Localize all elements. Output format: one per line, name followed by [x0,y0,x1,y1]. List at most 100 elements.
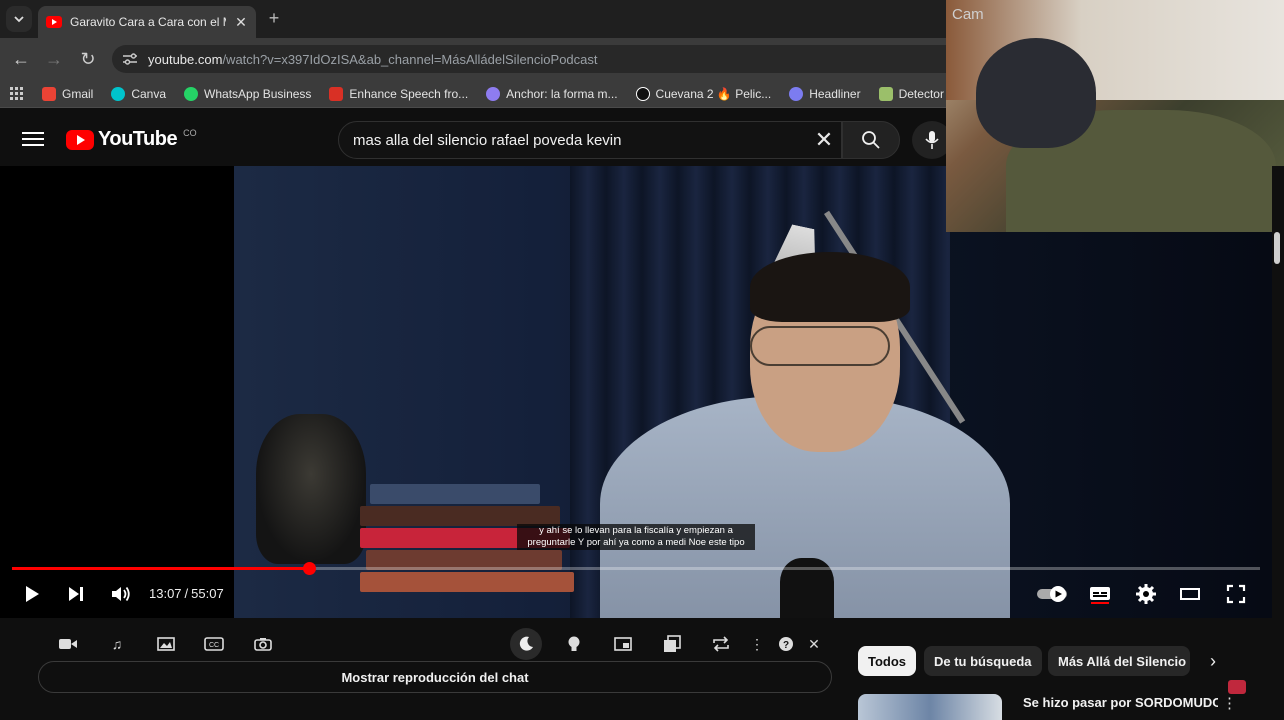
headliner-icon [789,86,804,101]
bookmark-canva[interactable]: Canva [111,86,167,101]
settings-button[interactable] [1134,582,1158,606]
address-bar[interactable]: youtube.com/watch?v=x397IdOzISA&ab_chann… [112,45,1012,73]
canva-icon [111,86,126,101]
volume-button[interactable] [109,582,133,606]
theater-icon [1180,588,1200,600]
search-button[interactable] [842,121,900,159]
apps-grid-icon[interactable] [10,86,24,101]
chevron-right-icon[interactable]: › [1202,650,1224,672]
youtube-favicon-icon [46,16,62,28]
gear-icon [1136,584,1156,604]
autoplay-icon [1037,586,1067,602]
copy-icon[interactable] [661,634,683,654]
closed-captions-icon[interactable]: CC [203,634,225,654]
clear-search-icon[interactable]: ✕ [812,128,836,152]
related-video-thumbnail[interactable] [858,694,1002,720]
scrollbar-thumb[interactable] [1274,232,1280,264]
close-icon[interactable]: ✕ [803,634,825,654]
back-arrow-icon[interactable]: ← [10,48,32,70]
moon-icon [515,634,537,654]
more-vertical-icon[interactable]: ⋮ [746,634,768,654]
url-host: youtube.com [148,51,223,67]
bookmark-label: Headliner [809,86,861,101]
reload-icon[interactable]: ↻ [77,48,99,70]
video-subtitle: y ahí se lo llevan para la fiscalía y em… [517,524,755,550]
bookmark-label: Canva [131,86,167,101]
chip-all[interactable]: Todos [858,646,917,676]
tab-title: Garavito Cara a Cara con el Mo [70,15,226,29]
youtube-wordmark: YouTube [98,128,178,150]
search-query: mas alla del silencio rafael poveda kevi… [353,131,622,149]
microphone-icon [925,131,939,149]
loop-icon[interactable] [710,634,732,654]
youtube-play-logo-icon [66,129,94,150]
lightbulb-icon[interactable] [563,634,585,654]
detector-icon [878,86,893,101]
site-settings-icon[interactable] [122,52,138,66]
bookmark-label: Enhance Speech fro... [349,86,469,101]
chip-from-search[interactable]: De tu búsqueda [924,646,1042,676]
chevron-down-icon [14,16,24,23]
camera-icon[interactable] [252,634,274,654]
menu-icon[interactable] [22,128,44,150]
time-display: 13:07/55:07 [149,586,224,601]
browser-tab[interactable]: Garavito Cara a Cara con el Mo ✕ [38,6,256,38]
related-video-title[interactable]: Se hizo pasar por SORDOMUDO [1023,695,1218,710]
skip-next-icon [69,587,83,601]
gmail-icon [42,86,56,101]
bookmark-label: Gmail [62,86,94,101]
duration: 55:07 [191,586,224,601]
progress-scrubber[interactable] [303,562,317,575]
subtitle-line-1: y ahí se lo llevan para la fiscalía y em… [539,525,733,536]
progress-played [12,567,310,570]
chip-channel[interactable]: Más Allá del Silencio [1048,646,1190,676]
video-player[interactable] [0,166,1272,618]
search-input[interactable]: mas alla del silencio rafael poveda kevi… [338,121,842,159]
show-chat-replay-button[interactable]: Mostrar reproducción del chat [38,661,832,693]
next-button[interactable] [64,582,88,606]
anchor-icon [486,86,501,101]
bookmark-enhance-speech[interactable]: Enhance Speech fro... [329,86,469,101]
subtitle-line-2: preguntarle Y por ahí ya como a medi Noe… [527,537,745,548]
theater-mode-button[interactable] [1178,582,1202,606]
video-camera-icon[interactable] [57,634,79,654]
image-icon[interactable] [155,634,177,654]
subtitles-icon [1090,587,1110,604]
adobe-icon [329,86,344,101]
forward-arrow-icon[interactable]: → [43,48,65,70]
youtube-logo[interactable]: YouTube CO [66,128,197,151]
statue [256,414,366,564]
url-path: /watch?v=x397IdOzISA&ab_channel=MásAllád… [222,51,598,67]
more-vertical-icon[interactable]: ⋮ [1222,694,1237,714]
bookmark-headliner[interactable]: Headliner [789,86,861,101]
bookmark-whatsapp-business[interactable]: WhatsApp Business [184,86,312,101]
fullscreen-button[interactable] [1224,582,1248,606]
bookmark-anchor[interactable]: Anchor: la forma m... [486,86,618,101]
country-code: CO [183,128,197,138]
cuevana-icon [635,86,650,101]
help-icon[interactable]: ? [775,634,797,654]
new-tab-button[interactable]: + [264,8,284,28]
subtitles-button[interactable] [1088,582,1112,606]
fullscreen-icon [1226,584,1246,604]
bookmark-label: Anchor: la forma m... [506,86,618,101]
volume-icon [112,586,130,602]
search-icon [862,131,880,149]
current-time: 13:07 [149,586,182,601]
bookmark-cuevana[interactable]: Cuevana 2 🔥 Pelic... [635,86,771,101]
bookmark-label: WhatsApp Business [204,86,312,101]
svg-text:?: ? [783,640,789,651]
picture-in-picture-icon[interactable] [612,634,634,654]
close-tab-icon[interactable]: ✕ [234,14,248,31]
extension-badge-icon[interactable] [1228,680,1246,694]
bookmark-gmail[interactable]: Gmail [42,86,94,101]
svg-text:CC: CC [209,642,219,649]
music-note-icon[interactable]: ♫ [106,634,128,654]
whatsapp-icon [184,86,199,101]
play-icon [26,586,39,602]
webcam-overlay: Cam [946,0,1284,232]
autoplay-toggle[interactable] [1036,582,1070,606]
webcam-label: Cam [952,6,984,23]
tab-search-button[interactable] [6,6,32,32]
play-button[interactable] [20,582,44,606]
